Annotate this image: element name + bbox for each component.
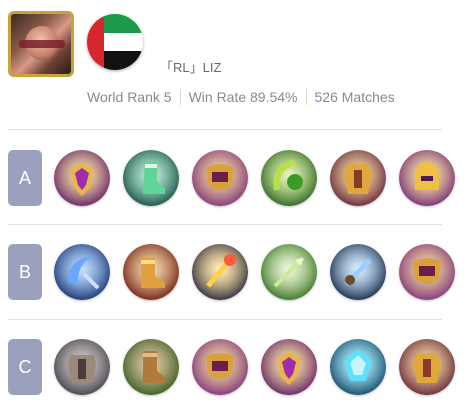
world-rank: World Rank 5 [87,89,172,105]
tier-label: C [8,339,42,395]
green-spear-icon[interactable] [261,244,317,300]
golden-scepter-icon[interactable] [192,244,248,300]
dark-iron-armor-icon[interactable] [54,339,110,395]
golden-armor-icon[interactable] [399,339,455,395]
flag-band-top [104,14,143,33]
flag-hoist [87,14,104,70]
blue-crescent-blade-icon[interactable] [54,244,110,300]
purple-gold-crest-icon[interactable] [261,339,317,395]
green-serpent-bow-icon[interactable] [261,150,317,206]
red-gold-boots-icon[interactable] [123,244,179,300]
green-boots-icon[interactable] [123,150,179,206]
cyan-crystal-icon[interactable] [330,339,386,395]
player-stats: World Rank 5 Win Rate 89.54% 526 Matches [87,89,395,105]
country-flag-icon [87,14,143,70]
tier-row-a: A [0,150,470,206]
purple-gold-crest-icon[interactable] [54,150,110,206]
stats-separator [179,89,181,105]
player-avatar[interactable] [8,11,74,77]
player-name: 「RL」LIZ [160,60,222,75]
golden-shield-icon[interactable] [192,150,248,206]
win-rate: Win Rate 89.54% [188,89,298,105]
tier-row-b: B [0,244,470,300]
section-divider [8,319,442,320]
golden-helm-icon[interactable] [399,150,455,206]
tier-label: A [8,150,42,206]
golden-shield-icon[interactable] [192,339,248,395]
section-divider [8,129,442,130]
tier-label: B [8,244,42,300]
tier-row-c: C [0,339,470,395]
flag-band-middle [104,32,143,52]
stats-separator [305,89,307,105]
match-count: 526 Matches [314,89,395,105]
golden-shield-icon[interactable] [399,244,455,300]
player-header: 「RL」LIZ World Rank 5 Win Rate 89.54% 526… [0,0,470,130]
frost-dagger-icon[interactable] [330,244,386,300]
leather-boots-icon[interactable] [123,339,179,395]
golden-armor-icon[interactable] [330,150,386,206]
section-divider [8,224,442,225]
flag-band-bottom [104,51,143,70]
